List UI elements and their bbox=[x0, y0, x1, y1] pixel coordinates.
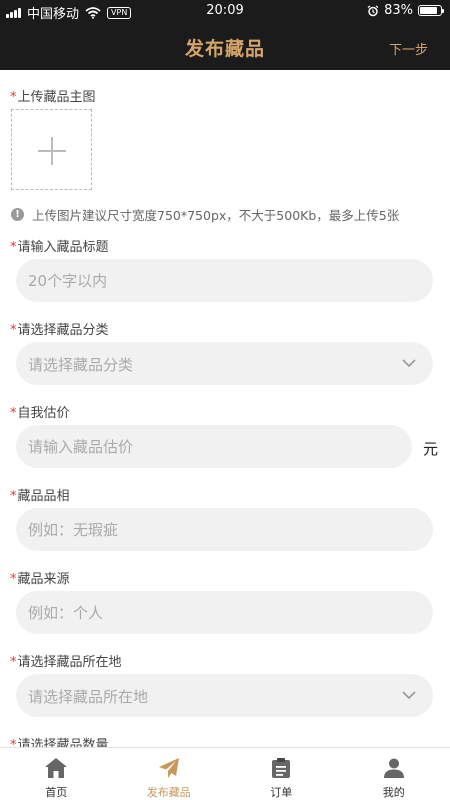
publish-form: *上传藏品主图 ! 上传图片建议尺寸宽度750*750px，不大于500Kb，最… bbox=[0, 70, 450, 747]
category-placeholder: 请选择藏品分类 bbox=[28, 356, 134, 374]
chevron-down-icon bbox=[402, 359, 416, 368]
upload-hint-text: 上传图片建议尺寸宽度750*750px，不大于500Kb，最多上传5张 bbox=[32, 208, 400, 223]
price-unit: 元 bbox=[423, 440, 439, 458]
alarm-icon bbox=[367, 4, 379, 16]
tab-home[interactable]: 首页 bbox=[0, 748, 113, 800]
location-label: *请选择藏品所在地 bbox=[10, 655, 122, 670]
upload-label: *上传藏品主图 bbox=[10, 90, 96, 105]
tab-orders-label: 订单 bbox=[270, 786, 293, 799]
title-input[interactable] bbox=[16, 259, 433, 302]
paper-plane-icon bbox=[158, 758, 179, 778]
price-input[interactable] bbox=[16, 425, 412, 468]
status-right: 83% bbox=[367, 3, 444, 18]
category-select[interactable]: 请选择藏品分类 bbox=[16, 342, 433, 385]
location-placeholder: 请选择藏品所在地 bbox=[28, 688, 149, 706]
battery-percent: 83% bbox=[384, 3, 413, 18]
tab-mine-label: 我的 bbox=[382, 786, 405, 799]
tab-publish[interactable]: 发布藏品 bbox=[113, 748, 226, 800]
clipboard-icon bbox=[272, 758, 291, 778]
page-title: 发布藏品 bbox=[184, 38, 265, 60]
home-icon bbox=[45, 758, 68, 778]
tab-bar: 首页 发布藏品 订单 我的 bbox=[0, 747, 450, 800]
tab-orders[interactable]: 订单 bbox=[225, 748, 338, 800]
info-icon: ! bbox=[11, 208, 24, 221]
battery-icon bbox=[418, 5, 444, 16]
upload-hint: ! 上传图片建议尺寸宽度750*750px，不大于500Kb，最多上传5张 bbox=[11, 205, 399, 224]
nav-bar: 发布藏品 下一步 bbox=[0, 22, 450, 70]
source-input[interactable] bbox=[16, 591, 433, 634]
quantity-label: *请选择藏品数量 bbox=[10, 738, 109, 747]
price-label: *自我估价 bbox=[10, 406, 70, 421]
price-field[interactable] bbox=[16, 425, 412, 468]
chevron-down-icon bbox=[402, 691, 416, 700]
user-icon bbox=[383, 758, 404, 778]
title-label: *请输入藏品标题 bbox=[10, 240, 109, 255]
source-field[interactable] bbox=[16, 591, 433, 634]
condition-input[interactable] bbox=[16, 508, 433, 551]
condition-field[interactable] bbox=[16, 508, 433, 551]
next-step-button[interactable]: 下一步 bbox=[389, 39, 428, 58]
condition-label: *藏品品相 bbox=[10, 489, 70, 504]
source-label: *藏品来源 bbox=[10, 572, 70, 587]
tab-publish-label: 发布藏品 bbox=[146, 786, 191, 799]
category-label: *请选择藏品分类 bbox=[10, 323, 109, 338]
status-bar: 中国移动 VPN 20:09 83% bbox=[0, 0, 450, 22]
title-field[interactable] bbox=[16, 259, 433, 302]
upload-image-button[interactable] bbox=[11, 109, 92, 190]
tab-home-label: 首页 bbox=[45, 786, 68, 799]
tab-mine[interactable]: 我的 bbox=[338, 748, 450, 800]
location-select[interactable]: 请选择藏品所在地 bbox=[16, 674, 433, 717]
